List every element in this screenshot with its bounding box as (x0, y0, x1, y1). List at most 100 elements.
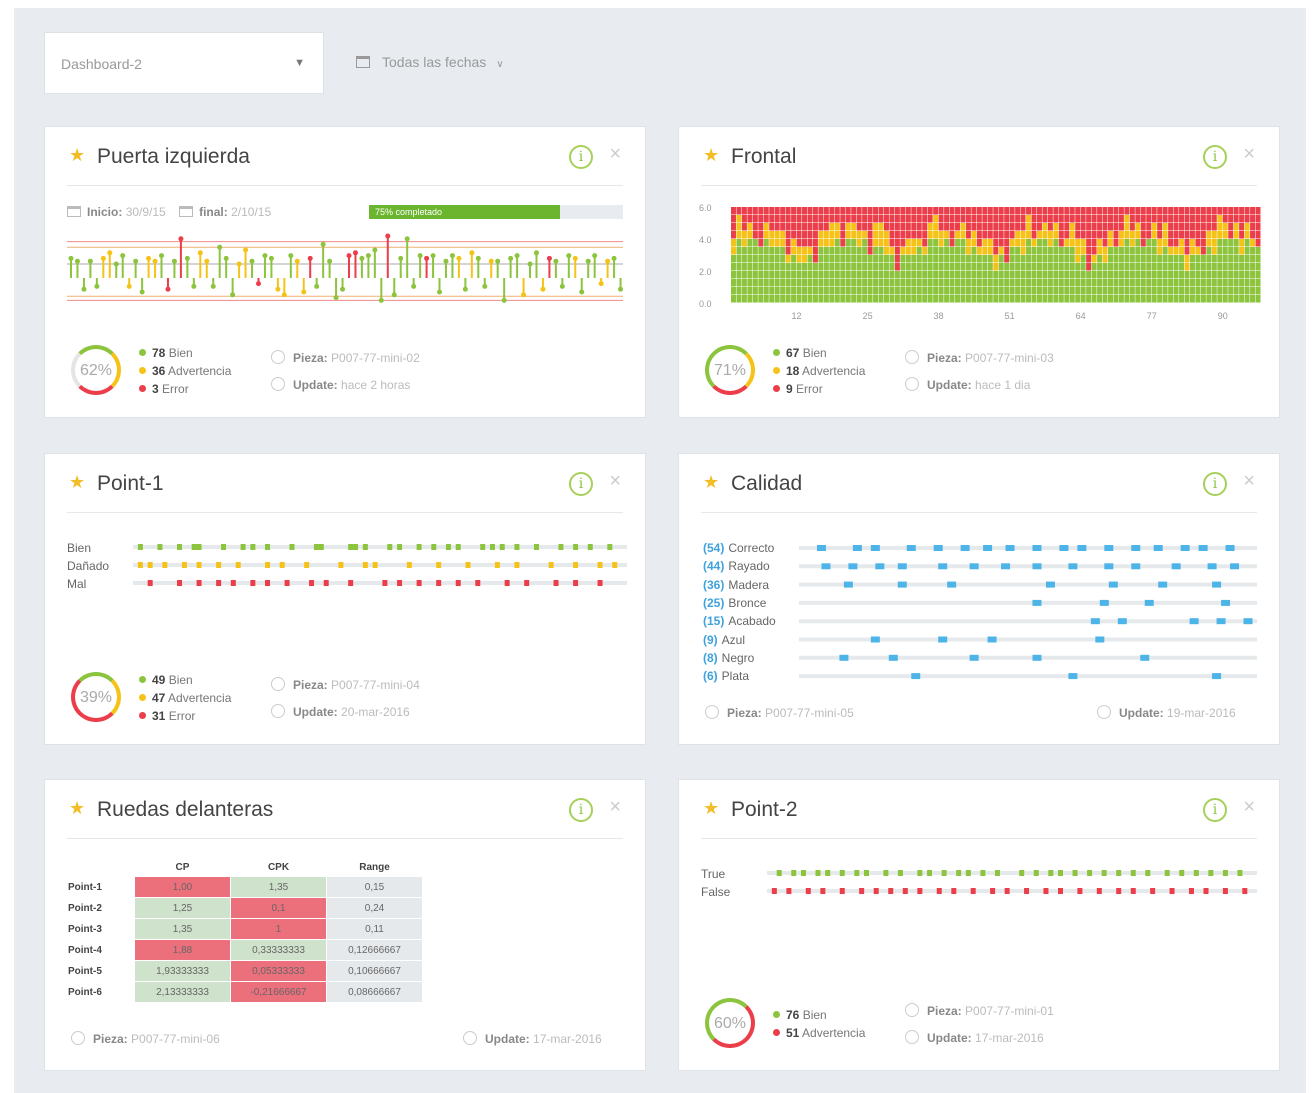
heatmap-cell (1135, 215, 1141, 223)
heatmap-cell (1173, 287, 1179, 295)
star-icon[interactable]: ★ (69, 472, 85, 493)
star-icon[interactable]: ★ (703, 472, 719, 493)
heatmap-cell (883, 223, 889, 231)
category-label: (6) Plata (703, 669, 750, 684)
close-icon[interactable]: × (609, 470, 621, 493)
close-icon[interactable]: × (609, 143, 621, 166)
heatmap-cell (867, 223, 873, 231)
heatmap-cell (851, 255, 857, 263)
heatmap-cell (1157, 239, 1163, 247)
strip-tick (416, 580, 422, 586)
heatmap-cell (840, 279, 846, 287)
strip-tick (791, 870, 797, 876)
table-cell: 1,35 (230, 876, 327, 898)
close-icon[interactable]: × (1243, 470, 1255, 493)
heatmap-cell (1009, 239, 1015, 247)
heatmap-cell (1086, 239, 1092, 247)
close-icon[interactable]: × (1243, 796, 1255, 819)
heatmap-cell (927, 207, 933, 215)
heatmap-cell (1195, 263, 1201, 271)
info-icon[interactable]: i (569, 472, 593, 496)
heatmap-cell (1053, 239, 1059, 247)
heatmap-cell (1255, 223, 1261, 231)
row-header: Point-5 (67, 960, 135, 982)
heatmap-cell (862, 287, 868, 295)
heatmap-cell (1091, 231, 1097, 239)
heatmap-cell (1146, 239, 1152, 247)
heatmap-cell (747, 279, 753, 287)
table-row: Point-3 1,35 1 0,11 (67, 918, 423, 940)
dashboard-select[interactable]: Dashboard-2 ▼ (44, 32, 324, 94)
progress-fill: 75% completado (369, 205, 560, 219)
lollipop-point (411, 283, 417, 289)
heatmap-cell (1250, 215, 1256, 223)
heatmap-cell (862, 223, 868, 231)
close-icon[interactable]: × (1243, 143, 1255, 166)
heatmap-cell (752, 239, 758, 247)
heatmap-cell (785, 207, 791, 215)
strip-tick (969, 563, 979, 570)
heatmap-cell (965, 271, 971, 279)
card-title: Point-1 (97, 472, 164, 495)
heatmap-cell (1217, 279, 1223, 287)
info-icon[interactable]: i (569, 145, 593, 169)
star-icon[interactable]: ★ (69, 145, 85, 166)
heatmap-cell (894, 215, 900, 223)
heatmap-cell (1244, 263, 1250, 271)
lollipop-point (74, 258, 80, 264)
heatmap-cell (1097, 239, 1103, 247)
heatmap-cell (1140, 287, 1146, 295)
heatmap-cell (965, 279, 971, 287)
strip-tick (897, 563, 907, 570)
heatmap-cell (998, 223, 1004, 231)
heatmap-cell (1097, 223, 1103, 231)
heatmap-cell (1135, 239, 1141, 247)
heatmap-cell (1255, 271, 1261, 279)
card-title: Frontal (731, 145, 797, 168)
star-icon[interactable]: ★ (69, 798, 85, 819)
piece-icon (705, 705, 719, 719)
heatmap-cell (1239, 263, 1245, 271)
heatmap-cell (774, 279, 780, 287)
date-filter[interactable]: Todas las fechas ∨ (356, 54, 504, 70)
strip-tick (1068, 563, 1078, 570)
heatmap-cell (1129, 231, 1135, 239)
heatmap-cell (1118, 295, 1124, 303)
heatmap-cell (818, 247, 824, 255)
info-icon[interactable]: i (569, 798, 593, 822)
star-icon[interactable]: ★ (703, 145, 719, 166)
heatmap-cell (812, 279, 818, 287)
heatmap-cell (774, 295, 780, 303)
strip-tick (1230, 563, 1240, 570)
heatmap-cell (1097, 231, 1103, 239)
star-icon[interactable]: ★ (703, 798, 719, 819)
heatmap-cell (1004, 231, 1010, 239)
heatmap-cell (1206, 215, 1212, 223)
heatmap-cell (1102, 263, 1108, 271)
card-title: Point-2 (731, 798, 798, 821)
heatmap-cell (1075, 215, 1081, 223)
strip-tick (911, 673, 921, 680)
close-icon[interactable]: × (609, 796, 621, 819)
info-icon[interactable]: i (1203, 472, 1227, 496)
heatmap-cell (873, 215, 879, 223)
heatmap-cell (971, 287, 977, 295)
strip-tick (397, 580, 403, 586)
heatmap-cell (791, 231, 797, 239)
heatmap-cell (1118, 239, 1124, 247)
strip-tick (382, 580, 388, 586)
heatmap-cell (845, 215, 851, 223)
heatmap-cell (955, 279, 960, 287)
heatmap-cell (1118, 215, 1124, 223)
lollipop-point (618, 286, 624, 292)
piece-row: Pieza: P007-77-mini-05 (705, 700, 854, 727)
table-row: Point-5 1,93333333 0,05333333 0,10666667 (67, 960, 423, 982)
info-icon[interactable]: i (1203, 145, 1227, 169)
heatmap-cell (900, 263, 906, 271)
strip-tick (177, 544, 183, 550)
legend-item: 51 Advertencia (773, 1024, 865, 1042)
heatmap-cell (741, 231, 747, 239)
heatmap-cell (889, 231, 895, 239)
heatmap-cell (1091, 295, 1097, 303)
info-icon[interactable]: i (1203, 798, 1227, 822)
